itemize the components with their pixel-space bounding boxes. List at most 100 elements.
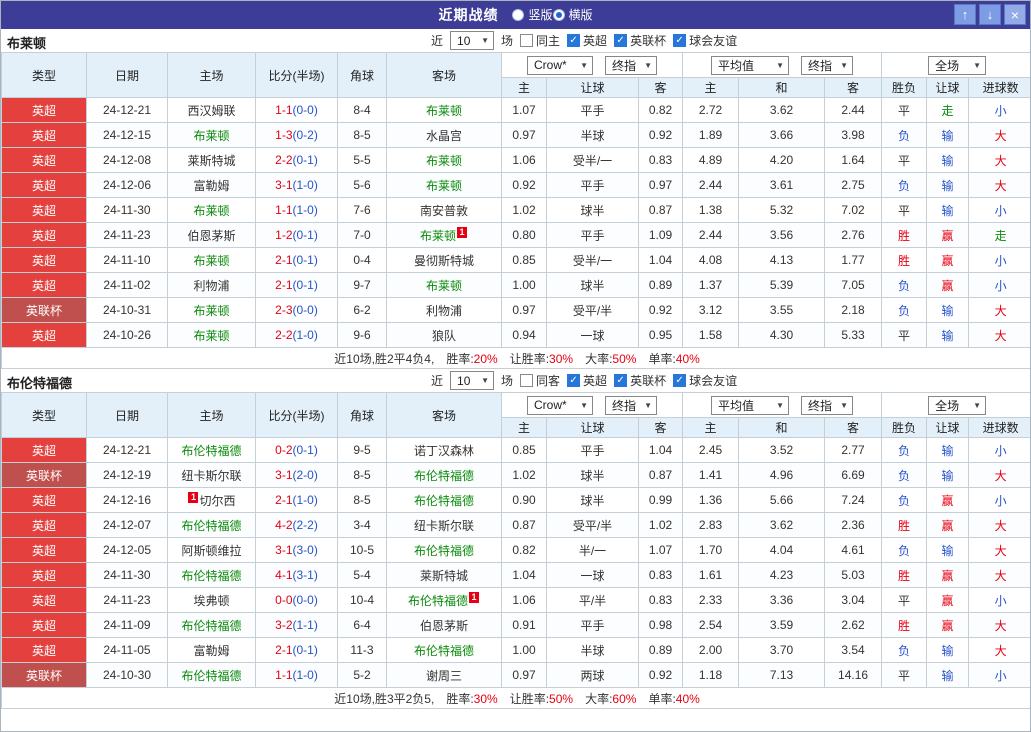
fulltime-score: 2-1 [275, 278, 293, 292]
result-handicap-cell: 输 [926, 172, 970, 198]
euro-odds-group: 平均值 ▼ 终指 ▼ [682, 52, 883, 78]
filter-checkbox-0[interactable]: 同客 [520, 372, 560, 389]
layout-option-1[interactable]: 横版 [552, 6, 593, 23]
summary-stat-value: 40% [675, 691, 700, 706]
euro-home-odds: 1.70 [682, 537, 740, 563]
euro-away-odds: 3.54 [824, 637, 883, 663]
away-team-cell: 布莱顿 [386, 272, 502, 298]
date-cell: 24-11-09 [86, 612, 168, 638]
euro-home-odds: 2.00 [682, 637, 740, 663]
asian-home-odds: 1.02 [501, 462, 547, 488]
result-handicap-cell: 输 [926, 662, 970, 688]
team-label: 布伦特福德 [413, 493, 474, 508]
team-label: 水晶宫 [425, 128, 462, 143]
asian-away-odds: 0.99 [637, 487, 684, 513]
euro-period-select[interactable]: 终指 ▼ [801, 395, 854, 415]
red-card-badge: 1 [469, 591, 479, 603]
scroll-up-button[interactable]: ↑ [954, 4, 976, 25]
filter-checkbox-0[interactable]: 同主 [520, 32, 560, 49]
away-team-cell: 南安普敦 [386, 197, 502, 223]
filter-checkbox-1[interactable]: ✓ 英超 [567, 372, 607, 389]
home-team-cell: 富勒姆 [167, 172, 256, 198]
away-team-cell: 布伦特福德 [386, 487, 502, 513]
halftime-score: (3-0) [292, 543, 318, 557]
team-label: 布莱顿 [425, 178, 462, 193]
league-cell: 英超 [1, 587, 87, 613]
halftime-score: (0-1) [292, 643, 318, 657]
league-cell: 英超 [1, 147, 87, 173]
asian-away-odds: 0.97 [637, 172, 684, 198]
result-goals-cell: 大 [968, 537, 1030, 563]
euro-away-odds: 7.05 [824, 272, 883, 298]
filter-checkbox-2[interactable]: ✓ 英联杯 [614, 32, 666, 49]
team-label: 布伦特福德 [181, 443, 242, 458]
euro-away-odds: 2.77 [824, 437, 883, 463]
recent-count-select[interactable]: 10 ▼ [450, 371, 495, 390]
result-outcome-cell: 胜 [881, 612, 928, 638]
away-team-cell: 布伦特福德 [386, 462, 502, 488]
handicap-line-cell: 受半/一 [546, 247, 639, 273]
sections-container: 布莱顿近 10 ▼ 场同主 ✓ 英超 ✓ 英联杯 ✓ 球会友谊 类型 日期 主场 比分(半场) 角球 客场 Cr… [1, 29, 1030, 709]
odds-source-select[interactable]: Crow* ▼ [527, 395, 594, 415]
team-section-1: 布伦特福德近 10 ▼ 场同客 ✓ 英超 ✓ 英联杯 ✓ 球会友谊 类型 日期 主场 比分(半场) 角球 客场… [1, 369, 1030, 709]
close-button[interactable]: × [1004, 4, 1026, 25]
match-row: 英联杯 24-10-30 布伦特福德 1-1(1-0) 5-2 谢周三 0.97 两球 0.92… [1, 662, 1030, 688]
filter-checkbox-2[interactable]: ✓ 英联杯 [614, 372, 666, 389]
date-cell: 24-12-15 [86, 122, 168, 148]
home-team-cell: 布伦特福德 [167, 437, 256, 463]
euro-home-odds: 2.44 [682, 172, 740, 198]
euro-draw-odds: 5.39 [738, 272, 826, 298]
filter-checkbox-3[interactable]: ✓ 球会友谊 [673, 32, 737, 49]
chevron-down-icon: ▼ [776, 400, 785, 410]
filter-checkbox-1[interactable]: ✓ 英超 [567, 32, 607, 49]
scope-select[interactable]: 全场 ▼ [928, 55, 987, 75]
column-header: 角球 [337, 52, 387, 98]
home-team-cell: 布伦特福德 [167, 562, 256, 588]
team-label: 布伦特福德 [181, 618, 242, 633]
summary-row: 近10场,胜3平2负5, 胜率:30% 让胜率:50% 大率:60% 单率:40% [1, 687, 1030, 709]
result-handicap-cell: 输 [926, 122, 970, 148]
asian-home-odds: 0.80 [501, 222, 547, 248]
away-team-cell: 布莱顿 1 [386, 222, 502, 248]
euro-source-select[interactable]: 平均值 ▼ [711, 55, 790, 75]
euro-source-select[interactable]: 平均值 ▼ [711, 395, 790, 415]
checkbox-label: 英联杯 [630, 374, 667, 388]
scope-select[interactable]: 全场 ▼ [928, 395, 987, 415]
away-team-cell: 纽卡斯尔联 [386, 512, 502, 538]
fulltime-score: 2-2 [275, 153, 293, 167]
column-header: 比分(半场) [255, 392, 338, 438]
asian-home-odds: 1.00 [501, 272, 547, 298]
filter-checkbox-3[interactable]: ✓ 球会友谊 [673, 372, 737, 389]
result-handicap-cell: 赢 [926, 222, 970, 248]
asian-away-odds: 0.89 [637, 272, 684, 298]
team-label: 布伦特福德 [413, 643, 474, 658]
euro-period-select[interactable]: 终指 ▼ [801, 55, 854, 75]
score-cell: 1-2(0-1) [255, 222, 338, 248]
team-label: 伯恩茅斯 [419, 618, 468, 633]
euro-draw-odds: 7.13 [738, 662, 826, 688]
corners-cell: 9-7 [337, 272, 387, 298]
odds-period-select[interactable]: 终指 ▼ [605, 395, 658, 415]
odds-source-select[interactable]: Crow* ▼ [527, 55, 594, 75]
titlebar-center: 近期战绩 竖版 横版 [1, 5, 1030, 25]
scroll-down-button[interactable]: ↓ [979, 4, 1001, 25]
recent-count-select[interactable]: 10 ▼ [450, 31, 495, 50]
date-cell: 24-11-30 [86, 562, 168, 588]
summary-record: 近10场,胜3平2负5, [334, 691, 435, 706]
result-goals-cell: 小 [968, 247, 1030, 273]
layout-option-0[interactable]: 竖版 [512, 6, 553, 23]
red-card-badge: 1 [457, 226, 467, 238]
radio-icon [512, 8, 525, 21]
odds-period-select[interactable]: 终指 ▼ [605, 55, 658, 75]
asian-away-odds: 1.04 [637, 437, 684, 463]
team-label: 纽卡斯尔联 [413, 518, 474, 533]
team-label: 布莱顿 [193, 128, 230, 143]
league-cell: 英联杯 [1, 297, 87, 323]
halftime-score: (0-0) [292, 303, 318, 317]
handicap-line-cell: 平手 [546, 97, 639, 123]
corners-cell: 6-2 [337, 297, 387, 323]
match-row: 英超 24-11-30 布伦特福德 4-1(3-1) 5-4 莱斯特城 1.04 一球 0.83… [1, 562, 1030, 588]
fulltime-score: 3-2 [275, 618, 293, 632]
halftime-score: (0-1) [292, 153, 318, 167]
away-team-cell: 谢周三 [386, 662, 502, 688]
